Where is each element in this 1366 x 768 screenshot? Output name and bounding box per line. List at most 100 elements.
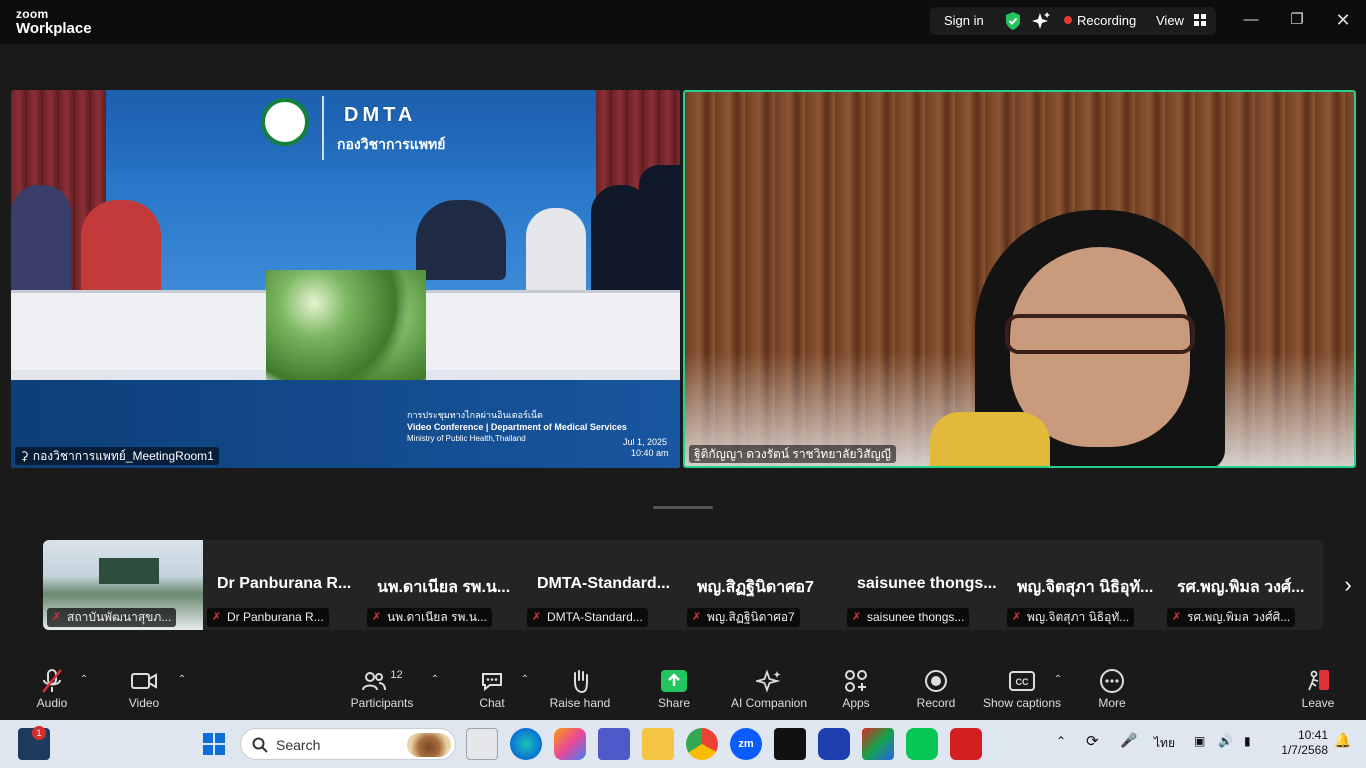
teams-icon[interactable] <box>598 728 630 760</box>
participant-small-label: สถาบันพัฒนาสุขภ... <box>67 610 172 624</box>
department-title: กองวิชาการแพทย์ <box>337 136 446 152</box>
more-label: More <box>1098 696 1126 710</box>
chevron-up-icon[interactable]: ⌃ <box>77 674 91 688</box>
record-icon <box>925 670 947 692</box>
video-tile-meeting-room[interactable]: DMTA กองวิชาการแพทย์ การประชุมทางไกลผ่าน… <box>11 90 680 468</box>
battery-icon[interactable]: ▮ <box>1244 734 1251 748</box>
grid-icon <box>1193 14 1206 26</box>
chrome-icon[interactable] <box>686 728 718 760</box>
edge-icon[interactable] <box>510 728 542 760</box>
participant-big-name: Dr Panburana R... <box>217 575 352 592</box>
volume-icon[interactable]: 🔊 <box>1218 734 1233 748</box>
participant-small-label: saisunee thongs... <box>867 610 965 624</box>
more-button[interactable]: More <box>1070 666 1154 716</box>
restore-button[interactable]: ❐ <box>1274 0 1320 40</box>
video-label: Video <box>128 696 160 710</box>
sign-in-button[interactable]: Sign in <box>944 7 984 35</box>
logo-divider <box>322 96 324 160</box>
participant-thumb-2[interactable]: นพ.ดาเนียล รพ.น... ✗ นพ.ดาเนียล รพ.น... <box>363 540 523 630</box>
shield-icon[interactable] <box>1004 7 1022 35</box>
participant-small-label: พญ.สิฏฐินิดาศอ7 <box>707 610 795 624</box>
terminal-icon[interactable] <box>774 728 806 760</box>
mic-muted-icon: ✗ <box>1172 611 1182 623</box>
chevron-up-icon[interactable]: ⌃ <box>428 674 442 688</box>
raise-hand-button[interactable]: Raise hand <box>538 666 622 716</box>
chevron-up-icon[interactable]: ⌃ <box>518 674 532 688</box>
layout-divider-handle[interactable] <box>653 506 713 509</box>
line-icon[interactable] <box>906 728 938 760</box>
participants-button[interactable]: 12 Participants <box>340 666 424 716</box>
brand-line1: zoom <box>16 7 49 21</box>
notification-bell-icon[interactable]: 🔔 <box>1334 732 1351 749</box>
mic-muted-icon: ✗ <box>692 611 702 623</box>
language-indicator[interactable]: ไทย <box>1154 734 1175 753</box>
recording-indicator[interactable]: Recording <box>1064 7 1144 35</box>
task-view-icon[interactable] <box>466 728 498 760</box>
webex-icon[interactable] <box>818 728 850 760</box>
file-explorer-icon[interactable] <box>642 728 674 760</box>
participant-thumb-7[interactable]: รศ.พญ.พิมล วงศ์... ✗ รศ.พญ.พิมล วงศ์ศิ... <box>1163 540 1323 630</box>
participant-thumb-1[interactable]: Dr Panburana R... ✗ Dr Panburana R... <box>203 540 363 630</box>
video-tile-active-speaker[interactable]: ฐิติกัญญา ดวงรัตน์ ราชวิทยาลัยวิสัญญี <box>683 90 1356 468</box>
minimize-button[interactable]: — <box>1228 0 1274 40</box>
participant-name-tag: ✗ DMTA-Standard... <box>527 608 648 627</box>
taskbar-search[interactable]: Search <box>240 728 456 760</box>
copilot-icon[interactable] <box>554 728 586 760</box>
zoom-taskbar-icon[interactable]: zm <box>730 728 762 760</box>
ai-sparkle-icon[interactable] <box>1031 7 1051 35</box>
participant-small-label: Dr Panburana R... <box>227 610 324 624</box>
ai-sparkle-icon <box>756 669 781 693</box>
recording-label: Recording <box>1077 13 1137 28</box>
record-button[interactable]: Record <box>894 666 978 716</box>
tile-name-tag: ⚳ กองวิชาการแพทย์_MeetingRoom1 <box>15 447 219 465</box>
more-icon <box>1100 669 1124 693</box>
app-icon[interactable] <box>862 728 894 760</box>
participant-thumb-4[interactable]: พญ.สิฏฐินิดาศอ7 ✗ พญ.สิฏฐินิดาศอ7 <box>683 540 843 630</box>
clock[interactable]: 10:41 1/7/2568 <box>1270 728 1328 758</box>
person-right-1 <box>526 208 586 298</box>
banner-time: 10:40 am <box>631 448 669 458</box>
tile-name-tag: ฐิติกัญญา ดวงรัตน์ ราชวิทยาลัยวิสัญญี <box>689 445 897 463</box>
participant-thumb-0[interactable]: ✗ สถาบันพัฒนาสุขภ... <box>43 540 203 630</box>
chevron-up-icon[interactable]: ⌃ <box>1051 674 1065 688</box>
video-button[interactable]: Video <box>102 666 186 716</box>
hand-icon <box>574 670 588 694</box>
participant-thumb-6[interactable]: พญ.จิตสุภา นิธิอุทั... ✗ พญ.จิตสุภา นิธิอ… <box>1003 540 1163 630</box>
audio-label: Audio <box>36 696 68 710</box>
people-icon <box>362 672 387 691</box>
chevron-right-icon[interactable]: › <box>1336 570 1360 600</box>
apps-button[interactable]: Apps <box>814 666 898 716</box>
view-button[interactable]: View <box>1156 7 1210 35</box>
chevron-up-icon[interactable]: ⌃ <box>175 674 189 688</box>
widgets-icon[interactable]: 1 <box>18 726 50 760</box>
leave-label: Leave <box>1301 696 1335 710</box>
pin-icon: ⚳ <box>20 449 29 463</box>
participant-name-tag: ✗ พญ.จิตสุภา นิธิอุทั... <box>1007 608 1135 627</box>
raise-hand-label: Raise hand <box>549 696 611 710</box>
participants-count: 12 <box>390 669 403 681</box>
ai-companion-button[interactable]: AI Companion <box>727 666 811 716</box>
meeting-stage: DMTA กองวิชาการแพทย์ การประชุมทางไกลผ่าน… <box>0 44 1366 660</box>
cc-icon: CC <box>1009 671 1035 691</box>
participant-big-name: นพ.ดาเนียล รพ.น... <box>377 579 511 596</box>
close-button[interactable]: ✕ <box>1320 0 1366 40</box>
participant-name-tag: ✗ Dr Panburana R... <box>207 608 329 627</box>
participant-thumb-3[interactable]: DMTA-Standard... ✗ DMTA-Standard... <box>523 540 683 630</box>
acrobat-icon[interactable] <box>950 728 982 760</box>
clock-time: 10:41 <box>1297 728 1328 742</box>
start-icon[interactable] <box>198 728 230 760</box>
participant-big-name: DMTA-Standard... <box>537 575 671 592</box>
leave-button[interactable]: Leave <box>1276 666 1360 716</box>
participant-small-label: DMTA-Standard... <box>547 610 643 624</box>
chevron-up-icon[interactable]: ⌃ <box>1056 734 1066 748</box>
participant-name-tag: ✗ พญ.สิฏฐินิดาศอ7 <box>687 608 800 627</box>
share-button[interactable]: Share <box>632 666 716 716</box>
network-icon[interactable]: ▣ <box>1194 734 1205 748</box>
microphone-icon[interactable]: 🎤 <box>1120 732 1137 749</box>
dmta-logo: DMTA <box>344 104 417 126</box>
title-bar: zoom Workplace Sign in Recording View — … <box>0 0 1366 44</box>
participants-label: Participants <box>350 696 414 710</box>
search-highlight-image <box>407 733 451 757</box>
participant-thumb-5[interactable]: saisunee thongs... ✗ saisunee thongs... <box>843 540 1003 630</box>
sync-icon[interactable]: ⟳ <box>1086 732 1099 750</box>
